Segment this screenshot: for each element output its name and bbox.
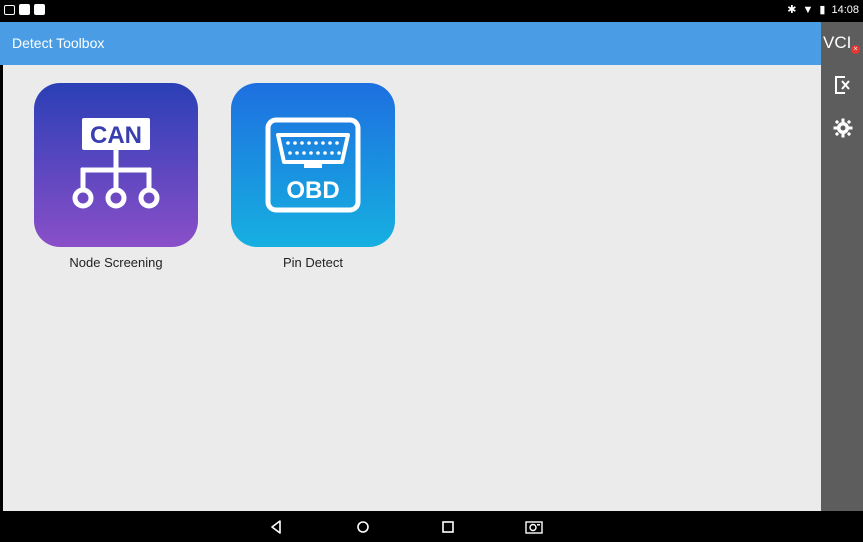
status-bar: ✱ ▼ ▮ 14:08 — [0, 0, 863, 22]
app-title: Detect Toolbox — [12, 35, 105, 51]
recents-icon — [442, 521, 454, 533]
vci-disconnected-badge: × — [851, 45, 860, 54]
notification-icon — [34, 4, 45, 15]
exit-button[interactable] — [832, 74, 854, 96]
tile-node-screening[interactable]: CAN Node Screening — [34, 83, 198, 270]
app-bar: Detect Toolbox — [0, 22, 821, 65]
exit-icon — [835, 76, 850, 94]
screenshot-button[interactable] — [524, 517, 544, 537]
settings-button[interactable] — [832, 117, 854, 139]
notification-icons — [4, 4, 45, 15]
navigation-bar — [0, 511, 863, 542]
can-bus-icon[interactable]: CAN — [34, 83, 198, 247]
back-button[interactable] — [266, 517, 286, 537]
bluetooth-icon: ✱ — [787, 4, 797, 16]
tile-label: Node Screening — [69, 255, 163, 270]
vci-status-button[interactable]: VCI — [823, 33, 851, 53]
gear-icon — [833, 118, 853, 138]
notification-icon — [19, 4, 30, 15]
system-icons: ✱ ▼ ▮ 14:08 — [787, 3, 859, 17]
tile-pin-detect[interactable]: OBD Pin Detect — [231, 83, 395, 270]
recents-button[interactable] — [438, 517, 458, 537]
screenshot-icon — [525, 521, 543, 534]
notification-icon — [4, 5, 15, 15]
can-label: CAN — [90, 122, 142, 149]
clock: 14:08 — [831, 3, 859, 16]
back-icon — [271, 520, 281, 534]
battery-icon: ▮ — [819, 4, 826, 16]
wifi-icon: ▼ — [802, 3, 814, 16]
home-icon — [357, 521, 369, 533]
obd-connector-icon[interactable]: OBD — [231, 83, 395, 247]
tile-label: Pin Detect — [283, 255, 343, 270]
obd-label: OBD — [286, 177, 339, 204]
home-button[interactable] — [353, 517, 373, 537]
